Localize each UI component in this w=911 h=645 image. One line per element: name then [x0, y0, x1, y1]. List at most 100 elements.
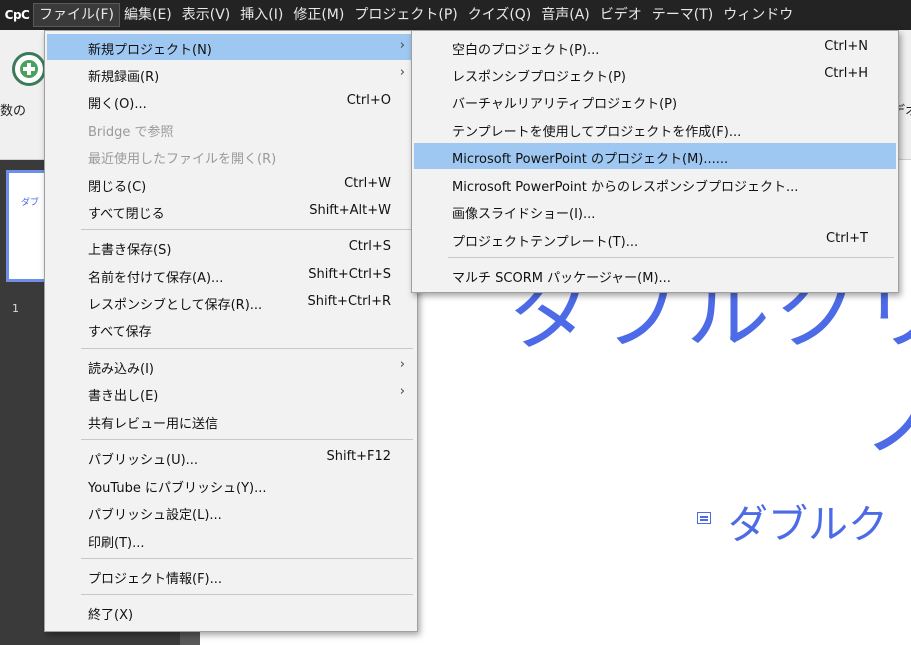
menu-item-export[interactable]: 書き出し(E) ›	[47, 380, 415, 406]
menu-item-shortcut: Shift+Ctrl+S	[308, 267, 391, 282]
menu-modify[interactable]: 修正(M)	[288, 4, 349, 26]
menu-separator	[81, 439, 413, 440]
menu-item-project-info[interactable]: プロジェクト情報(F)...	[47, 563, 415, 589]
menu-item-shortcut: Shift+F12	[326, 449, 391, 464]
menu-item-shortcut: Shift+Alt+W	[309, 203, 391, 218]
menu-item-shortcut: Ctrl+T	[826, 231, 868, 246]
menu-item-label: 空白のプロジェクト(P)...	[452, 43, 600, 58]
submenu-arrow-icon: ›	[399, 38, 405, 53]
menu-item-label: プロジェクトテンプレート(T)...	[452, 235, 639, 250]
menu-item-label: 開く(O)...	[88, 97, 147, 112]
menu-quiz[interactable]: クイズ(Q)	[463, 4, 537, 26]
menu-project[interactable]: プロジェクト(P)	[349, 4, 462, 26]
submenu-arrow-icon: ›	[399, 65, 405, 80]
add-button[interactable]	[12, 52, 46, 86]
submenu-item-powerpoint-project[interactable]: Microsoft PowerPoint のプロジェクト(M)......	[414, 143, 896, 169]
submenu-item-blank-project[interactable]: 空白のプロジェクト(P)... Ctrl+N	[414, 34, 896, 60]
menu-item-print[interactable]: 印刷(T)...	[47, 527, 415, 553]
menu-item-label: 最近使用したファイルを開く(R)	[88, 152, 277, 167]
submenu-item-responsive-project[interactable]: レスポンシブプロジェクト(P) Ctrl+H	[414, 61, 896, 87]
menu-item-shortcut: Shift+Ctrl+R	[307, 294, 392, 309]
menu-item-publish-settings[interactable]: パブリッシュ設定(L)...	[47, 499, 415, 525]
menu-item-shortcut: Ctrl+H	[824, 66, 868, 81]
menu-item-label: 画像スライドショー(I)...	[452, 207, 596, 222]
menu-item-label: すべて閉じる	[88, 207, 165, 222]
menu-edit[interactable]: 編集(E)	[119, 4, 177, 26]
slide-subtitle[interactable]: ダブルク	[728, 505, 888, 545]
menu-item-label: パブリッシュ設定(L)...	[88, 508, 222, 523]
menu-item-shortcut: Ctrl+N	[824, 39, 868, 54]
menu-item-label: プロジェクト情報(F)...	[88, 572, 223, 587]
menu-item-import[interactable]: 読み込み(I) ›	[47, 353, 415, 379]
menu-separator	[81, 594, 413, 595]
menu-item-label: パブリッシュ(U)...	[88, 453, 199, 468]
slide-thumbnail-text: ダブ	[21, 198, 40, 208]
menu-item-label: 名前を付けて保存(A)...	[88, 271, 224, 286]
menu-item-label: YouTube にパブリッシュ(Y)...	[88, 481, 267, 496]
menu-item-label: Bridge で参照	[88, 125, 174, 140]
menu-separator	[81, 229, 413, 230]
submenu-item-image-slideshow[interactable]: 画像スライドショー(I)...	[414, 198, 896, 224]
menu-item-label: テンプレートを使用してプロジェクトを作成(F)...	[452, 125, 742, 140]
menu-item-publish-youtube[interactable]: YouTube にパブリッシュ(Y)...	[47, 472, 415, 498]
submenu-arrow-icon: ›	[399, 357, 405, 372]
menu-item-save-all[interactable]: すべて保存	[47, 316, 415, 342]
menu-item-label: レスポンシブとして保存(R)...	[88, 298, 263, 313]
menubar: CpC ファイル(F) 編集(E) 表示(V) 挿入(I) 修正(M) プロジェ…	[0, 0, 911, 30]
menu-item-label: 新規プロジェクト(N)	[88, 43, 212, 58]
menu-separator	[81, 558, 413, 559]
menu-item-label: 閉じる(C)	[88, 180, 147, 195]
menu-item-save[interactable]: 上書き保存(S) Ctrl+S	[47, 234, 415, 260]
submenu-arrow-icon: ›	[399, 384, 405, 399]
menu-view[interactable]: 表示(V)	[177, 4, 236, 26]
submenu-item-multi-scorm[interactable]: マルチ SCORM パッケージャー(M)...	[414, 262, 896, 288]
file-menu: 新規プロジェクト(N) › 新規録画(R) › 開く(O)... Ctrl+O …	[44, 30, 418, 632]
menu-item-save-as[interactable]: 名前を付けて保存(A)... Shift+Ctrl+S	[47, 262, 415, 288]
menu-audio[interactable]: 音声(A)	[536, 4, 595, 26]
menu-item-new-project[interactable]: 新規プロジェクト(N) ›	[47, 34, 415, 60]
menu-item-new-recording[interactable]: 新規録画(R) ›	[47, 61, 415, 87]
submenu-item-project-template[interactable]: プロジェクトテンプレート(T)... Ctrl+T	[414, 226, 896, 252]
slide-title-line2[interactable]: ノ	[862, 378, 911, 462]
menu-item-label: すべて保存	[88, 325, 152, 340]
menu-theme[interactable]: テーマ(T)	[647, 4, 718, 26]
menu-window[interactable]: ウィンドウ	[718, 4, 798, 26]
plus-icon	[20, 60, 38, 78]
slide-number: 1	[12, 302, 19, 315]
toolbar-label-left: 数の	[0, 104, 27, 119]
menu-item-close-all[interactable]: すべて閉じる Shift+Alt+W	[47, 198, 415, 224]
menu-item-exit[interactable]: 終了(X)	[47, 599, 415, 625]
menu-item-label: マルチ SCORM パッケージャー(M)...	[452, 271, 671, 286]
menu-item-label: 共有レビュー用に送信	[88, 417, 219, 432]
menu-file[interactable]: ファイル(F)	[33, 3, 120, 27]
submenu-item-vr-project[interactable]: バーチャルリアリティプロジェクト(P)	[414, 88, 896, 114]
menu-item-label: レスポンシブプロジェクト(P)	[452, 70, 626, 85]
menu-item-shortcut: Ctrl+S	[348, 239, 391, 254]
menu-separator	[81, 348, 413, 349]
app-logo: CpC	[4, 8, 30, 22]
menu-item-save-responsive[interactable]: レスポンシブとして保存(R)... Shift+Ctrl+R	[47, 289, 415, 315]
text-caption-icon	[697, 512, 711, 524]
submenu-item-from-template[interactable]: テンプレートを使用してプロジェクトを作成(F)...	[414, 116, 896, 142]
new-project-submenu: 空白のプロジェクト(P)... Ctrl+N レスポンシブプロジェクト(P) C…	[411, 30, 899, 293]
menu-item-close[interactable]: 閉じる(C) Ctrl+W	[47, 171, 415, 197]
menu-item-label: 終了(X)	[88, 608, 134, 623]
menu-item-label: 新規録画(R)	[88, 70, 160, 85]
menu-separator	[448, 257, 894, 258]
menu-item-label: 書き出し(E)	[88, 389, 159, 404]
menu-video[interactable]: ビデオ	[595, 4, 647, 26]
menu-item-open[interactable]: 開く(O)... Ctrl+O	[47, 88, 415, 114]
submenu-item-powerpoint-responsive[interactable]: Microsoft PowerPoint からのレスポンシブプロジェクト...	[414, 171, 896, 197]
menu-item-shortcut: Ctrl+W	[344, 176, 391, 191]
menu-item-label: Microsoft PowerPoint のプロジェクト(M)......	[452, 152, 729, 167]
menu-item-publish[interactable]: パブリッシュ(U)... Shift+F12	[47, 444, 415, 470]
menu-item-label: バーチャルリアリティプロジェクト(P)	[452, 97, 678, 112]
menu-item-label: 読み込み(I)	[88, 362, 154, 377]
menu-item-browse-bridge: Bridge で参照	[47, 116, 415, 142]
menu-item-shortcut: Ctrl+O	[346, 93, 391, 108]
menu-item-label: 上書き保存(S)	[88, 243, 172, 258]
menu-insert[interactable]: 挿入(I)	[235, 4, 288, 26]
menu-item-send-review[interactable]: 共有レビュー用に送信	[47, 408, 415, 434]
menu-item-label: Microsoft PowerPoint からのレスポンシブプロジェクト...	[452, 180, 799, 195]
menu-item-label: 印刷(T)...	[88, 536, 145, 551]
